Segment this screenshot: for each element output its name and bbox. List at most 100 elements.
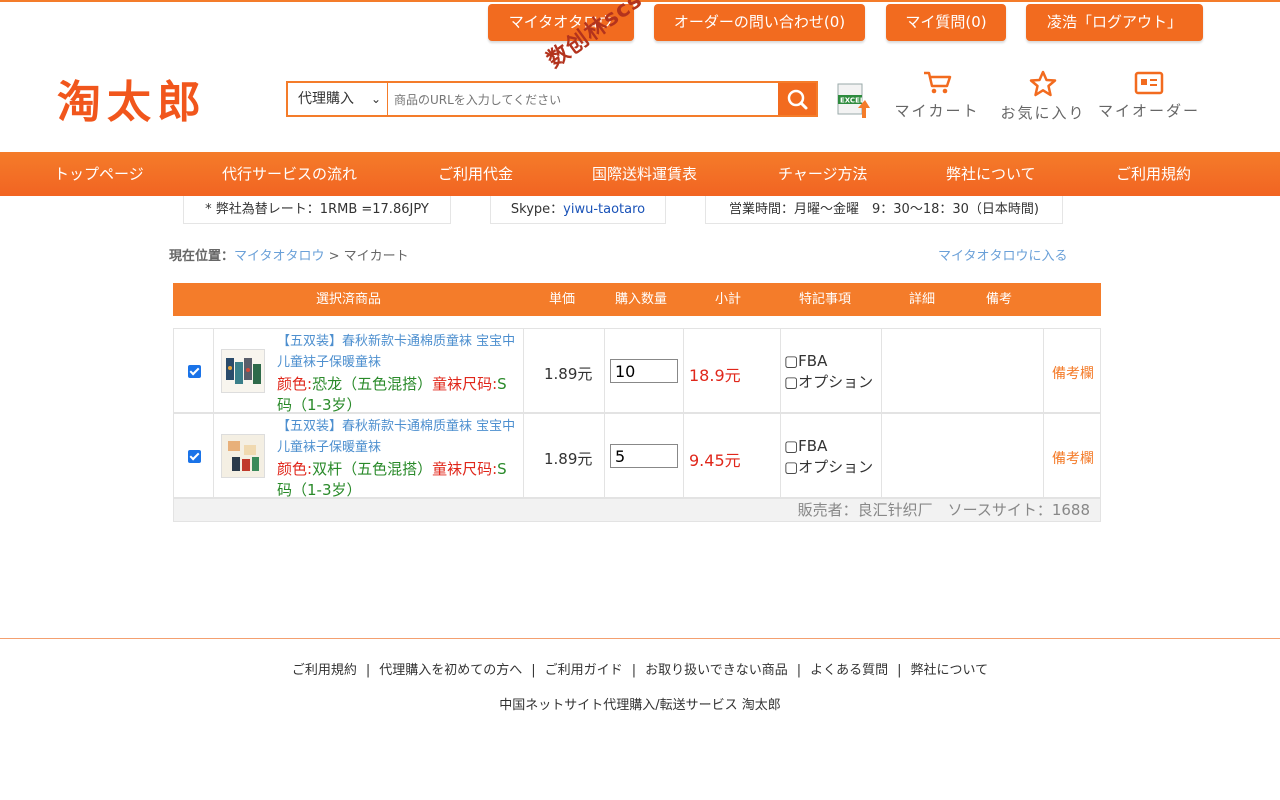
option-checkbox[interactable]: ▢オプション: [784, 372, 873, 393]
remarks-link[interactable]: 備考欄: [1052, 363, 1094, 383]
details-cell: [882, 414, 1044, 497]
exchange-rate-text: * 弊社為替レート：1RMB =17.86JPY: [205, 202, 429, 217]
spec-color-key: 颜色:: [277, 460, 313, 478]
search-input[interactable]: [392, 83, 781, 117]
my-taotaro-button[interactable]: マイタオタロウ: [488, 4, 634, 41]
search-icon: [787, 89, 808, 110]
cart-icon: [924, 71, 952, 94]
breadcrumb: 現在位置：マイタオタロウ > マイカート: [169, 245, 409, 264]
header-details: 詳細: [909, 292, 936, 307]
footer-link-guide[interactable]: ご利用ガイド: [545, 663, 623, 678]
subtotal: 18.9元: [689, 366, 741, 385]
favorites-label: お気に入り: [1000, 104, 1086, 122]
footer-separator: |: [365, 663, 371, 678]
footer-copyright: 中国ネットサイト代理購入/転送サービス 淘太郎: [499, 698, 781, 713]
header-unit-price: 単価: [549, 292, 576, 307]
item-checkbox[interactable]: [188, 365, 201, 378]
fba-checkbox[interactable]: ▢FBA: [784, 351, 873, 372]
enter-my-taotaro-link[interactable]: マイタオタロウに入る: [938, 245, 1067, 264]
business-hours-text: 営業時間：月曜～金曜 9：30～18：30（日本時間): [729, 202, 1039, 217]
order-list-icon: [1134, 71, 1164, 95]
footer-separator: |: [631, 663, 637, 678]
product-thumbnail[interactable]: [221, 434, 265, 478]
footer-separator: |: [897, 663, 902, 678]
product-spec: 颜色:恐龙（五色混搭）童袜尺码:S码（1-3岁）: [277, 374, 517, 416]
chevron-down-icon: ⌄: [370, 92, 381, 106]
my-cart-label: マイカート: [894, 102, 980, 120]
my-orders-link[interactable]: マイオーダー: [1094, 70, 1204, 121]
spec-size-key: 童袜尺码:: [432, 460, 498, 478]
business-hours-info: 営業時間：月曜～金曜 9：30～18：30（日本時間): [705, 196, 1063, 224]
quantity-input[interactable]: [610, 444, 678, 468]
spec-color-value: 恐龙（五色混搭）: [312, 375, 433, 393]
search-button[interactable]: [778, 83, 816, 115]
details-cell: [882, 329, 1044, 412]
nav-terms[interactable]: ご利用規約: [1116, 152, 1191, 196]
footer-links: ご利用規約 | 代理購入を初めての方へ | ご利用ガイド | お取り扱いできない商品 | よくあ…: [0, 659, 1280, 678]
product-thumbnail[interactable]: [221, 349, 265, 393]
skype-id-link[interactable]: yiwu-taotaro: [563, 202, 645, 217]
nav-service-flow[interactable]: 代行サービスの流れ: [222, 152, 357, 196]
favorites-link[interactable]: お気に入り: [988, 70, 1098, 123]
product-spec: 颜色:双杆（五色混搭）童袜尺码:S码（1-3岁）: [277, 459, 517, 501]
fba-checkbox[interactable]: ▢FBA: [784, 436, 873, 457]
header-remarks: 備考: [986, 292, 1013, 307]
exchange-rate-info: * 弊社為替レート：1RMB =17.86JPY: [183, 196, 451, 224]
search-bar: 代理購入 ⌄: [286, 81, 818, 117]
search-mode-value: 代理購入: [298, 91, 354, 107]
footer-link-about[interactable]: 弊社について: [911, 663, 989, 678]
footer-link-prohibited[interactable]: お取り扱いできない商品: [645, 663, 788, 678]
spec-size-key: 童袜尺码:: [432, 375, 498, 393]
star-icon: [1029, 70, 1057, 97]
header-special-notes: 特記事項: [799, 292, 852, 307]
breadcrumb-separator: >: [324, 249, 344, 264]
breadcrumb-label: 現在位置：: [169, 249, 235, 264]
footer-link-terms[interactable]: ご利用規約: [292, 663, 357, 678]
my-cart-link[interactable]: マイカート: [882, 70, 992, 121]
top-accent-line: [0, 0, 1280, 2]
excel-import-icon[interactable]: EXCEL: [836, 82, 870, 118]
quantity-input[interactable]: [610, 359, 678, 383]
footer-link-faq[interactable]: よくある質問: [810, 663, 888, 678]
nav-about-us[interactable]: 弊社について: [946, 152, 1036, 196]
special-options: ▢FBA ▢オプション: [784, 351, 873, 393]
unit-price: 1.89元: [544, 365, 593, 383]
header-selected-items: 選択済商品: [316, 292, 382, 307]
remarks-link[interactable]: 備考欄: [1052, 448, 1094, 468]
skype-info: Skype：yiwu-taotaro: [490, 196, 666, 224]
footer-link-beginners[interactable]: 代理購入を初めての方へ: [379, 663, 522, 678]
subtotal: 9.45元: [689, 451, 741, 470]
unit-price: 1.89元: [544, 450, 593, 468]
order-inquiry-button[interactable]: オーダーの問い合わせ(0): [654, 4, 865, 41]
product-title-link[interactable]: 【五双装】春秋新款卡通棉质童袜 宝宝中儿童袜子保暖童袜: [277, 416, 517, 458]
item-checkbox[interactable]: [188, 450, 201, 463]
breadcrumb-home-link[interactable]: マイタオタロウ: [234, 249, 324, 264]
my-questions-button[interactable]: マイ質問(0): [886, 4, 1006, 41]
cart-row: 【五双装】春秋新款卡通棉质童袜 宝宝中儿童袜子保暖童袜 颜色:双杆（五色混搭）童…: [173, 413, 1101, 501]
nav-charge-method[interactable]: チャージ方法: [778, 152, 868, 196]
footer-separator: |: [531, 663, 536, 678]
nav-fees[interactable]: ご利用代金: [438, 152, 513, 196]
site-logo[interactable]: 淘太郎: [57, 66, 207, 128]
seller-info: 販売者：良汇针织厂 ソースサイト：1688: [173, 498, 1101, 522]
spec-color-value: 双杆（五色混搭）: [312, 460, 433, 478]
cart-table-header: 選択済商品 単価 購入数量 小計 特記事項 詳細 備考: [173, 283, 1101, 316]
spec-color-key: 颜色:: [277, 375, 313, 393]
header-quantity: 購入数量: [615, 292, 668, 307]
footer-divider: [0, 638, 1280, 639]
search-mode-select[interactable]: 代理購入 ⌄: [288, 83, 388, 115]
footer-separator: |: [796, 663, 802, 678]
nav-shipping-rates[interactable]: 国際送料運賃表: [592, 152, 697, 196]
my-orders-label: マイオーダー: [1097, 102, 1200, 120]
svg-text:EXCEL: EXCEL: [840, 97, 865, 105]
product-title-link[interactable]: 【五双装】春秋新款卡通棉质童袜 宝宝中儿童袜子保暖童袜: [277, 331, 517, 373]
logout-button[interactable]: 凌浩「ログアウト」: [1026, 4, 1203, 41]
breadcrumb-current: マイカート: [343, 249, 409, 264]
main-nav: トップページ 代行サービスの流れ ご利用代金 国際送料運賃表 チャージ方法 弊社…: [0, 152, 1280, 196]
option-checkbox[interactable]: ▢オプション: [784, 457, 873, 478]
special-options: ▢FBA ▢オプション: [784, 436, 873, 478]
skype-label: Skype：: [510, 202, 564, 217]
header-subtotal: 小計: [715, 292, 742, 307]
nav-top-page[interactable]: トップページ: [54, 152, 144, 196]
cart-row: 【五双装】春秋新款卡通棉质童袜 宝宝中儿童袜子保暖童袜 颜色:恐龙（五色混搭）童…: [173, 328, 1101, 416]
